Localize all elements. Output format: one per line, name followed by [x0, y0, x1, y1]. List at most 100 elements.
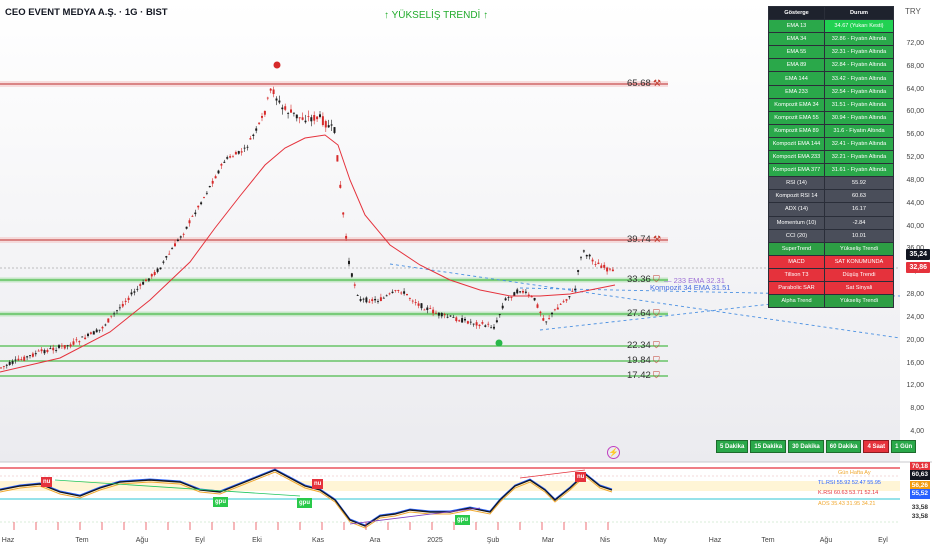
indicator-name: EMA 89	[768, 58, 825, 73]
indicator-name: MACD	[768, 254, 825, 269]
candle-body	[568, 296, 571, 298]
indicator-name: Kompozit EMA 34	[768, 97, 825, 112]
time-tick: Şub	[486, 537, 500, 544]
candle-body	[63, 345, 66, 349]
candle-body	[353, 284, 356, 286]
indicator-name: Parabolic SAR	[768, 280, 825, 296]
level-label: 65.68	[627, 78, 651, 89]
candle-body	[591, 259, 594, 262]
indicator-name: RSI (14)	[768, 176, 825, 191]
table-row: Kompozit EMA 34 31.51 - Fiyatın Altında	[768, 97, 894, 112]
candle-body	[481, 322, 484, 324]
shield-icon: ⛉	[653, 370, 660, 380]
indicator-status: 30.94 - Fiyatın Altında	[824, 110, 894, 125]
indicator-name: Kompozit EMA 377	[768, 163, 825, 178]
rsi-legend-item: Gün Hafta Ay	[838, 470, 871, 476]
candle-body	[324, 121, 327, 128]
candle-body	[339, 184, 342, 188]
signal-badge: nu	[312, 479, 324, 489]
candle-body	[594, 264, 597, 265]
candle-body	[255, 128, 258, 131]
candle-body	[394, 290, 397, 291]
candle-body	[171, 248, 174, 250]
signal-badge: gpu	[213, 497, 228, 507]
candle-body	[498, 314, 501, 316]
timeframe-button[interactable]: 5 Dakika	[716, 440, 749, 453]
table-row: Kompozit RSI 14 60.63	[768, 189, 894, 204]
candle-body	[252, 134, 255, 137]
candle-body	[539, 311, 542, 314]
chart-background	[0, 0, 900, 462]
candle-body	[211, 180, 214, 184]
candle-body	[69, 344, 72, 347]
candle-body	[565, 299, 568, 301]
candle-body	[84, 337, 87, 340]
candle-body	[359, 298, 362, 301]
indicator-status: 10.01	[824, 228, 894, 243]
indicator-name: Kompozit EMA 144	[768, 136, 825, 152]
indicator-name: EMA 55	[768, 45, 825, 60]
signal-badge: gpu	[455, 515, 470, 525]
time-tick: Tem	[75, 537, 89, 544]
hammer-icon: ⚒	[653, 234, 662, 244]
candle-body	[319, 114, 321, 117]
level-label: 19.84	[627, 355, 651, 366]
signal-badge: gpu	[297, 498, 312, 508]
candle-body	[281, 107, 284, 110]
candle-body	[472, 323, 475, 325]
timeframe-button[interactable]: 4 Saat	[863, 440, 890, 453]
candle-body	[548, 318, 551, 320]
candle-body	[43, 350, 46, 354]
candle-body	[533, 297, 536, 301]
timeframe-button[interactable]: 15 Dakika	[750, 440, 787, 453]
table-row: Momentum (10) -2.84	[768, 215, 894, 230]
candle-body	[0, 367, 2, 369]
candle-body	[261, 116, 263, 118]
table-row: Kompozit EMA 144 32.41 - Fiyatın Altında	[768, 136, 894, 152]
candle-body	[223, 161, 226, 163]
indicator-name: EMA 13	[768, 19, 825, 34]
table-row: Kompozit EMA 233 32.21 - Fiyatın Altında	[768, 150, 894, 165]
candle-body	[5, 364, 8, 366]
candle-body	[365, 297, 368, 303]
indicator-status: 32.21 - Fiyatın Altında	[824, 150, 894, 165]
table-row: RSI (14) 55.92	[768, 176, 894, 191]
indicator-status: -2.84	[824, 215, 894, 230]
candle-body	[78, 341, 81, 343]
indicator-name: Kompozit EMA 233	[768, 150, 825, 165]
candle-body	[249, 138, 252, 140]
price-tick: 12,00	[906, 382, 924, 390]
candle-body	[258, 122, 261, 124]
candle-body	[545, 321, 548, 323]
table-row: EMA 13 34.67 (Yukarı Kesti)	[768, 19, 894, 34]
candle-body	[321, 116, 324, 126]
candle-body	[316, 116, 319, 120]
timeframe-button[interactable]: 60 Dakika	[825, 440, 862, 453]
candle-body	[191, 215, 194, 217]
candle-body	[197, 205, 200, 208]
price-axis[interactable]: 72,00 68,00 64,00 60,00 56,00 52,00 48,00 44,00…	[900, 0, 932, 440]
signal-badge: nu	[41, 477, 53, 487]
candle-body	[600, 265, 603, 268]
candle-body	[23, 356, 26, 361]
price-tick: 68,00	[906, 62, 924, 70]
shield-icon: ⛉	[653, 355, 660, 365]
last-price-tag: 35,24	[906, 248, 930, 260]
candle-body	[121, 303, 124, 307]
table-header-status: Durum	[824, 5, 894, 21]
candle-body	[348, 260, 350, 265]
price-tick: 16,00	[906, 359, 924, 367]
candle-body	[603, 264, 606, 268]
shield-icon: ⛉	[653, 340, 660, 350]
timeframe-button[interactable]: 30 Dakika	[788, 440, 824, 453]
time-tick: May	[653, 537, 667, 544]
table-header-indicator: Gösterge	[768, 5, 825, 21]
timeframe-button[interactable]: 1 Gün	[891, 440, 917, 453]
indicator-name: Momentum (10)	[768, 215, 825, 230]
candle-body	[136, 288, 139, 290]
indicator-name: EMA 34	[768, 32, 825, 47]
candle-body	[162, 261, 165, 263]
candle-body	[313, 115, 316, 121]
lightning-icon[interactable]: ⚡	[607, 446, 620, 459]
candle-body	[510, 296, 513, 298]
